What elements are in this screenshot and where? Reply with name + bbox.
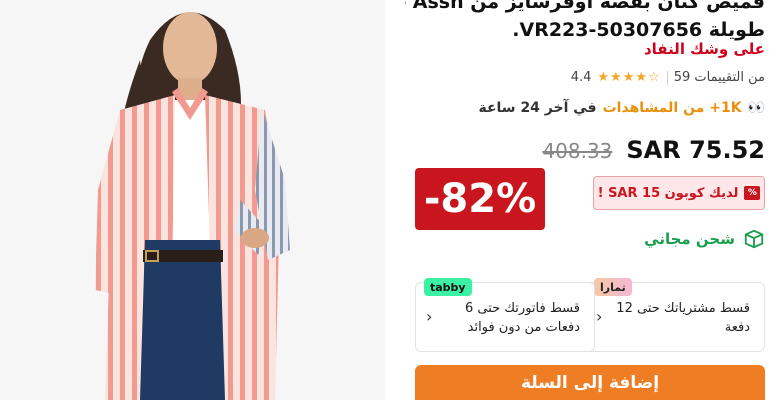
coupon-banner[interactable]: % لديك كوبون SAR 15 ! — [593, 176, 765, 210]
divider — [666, 70, 668, 85]
rating-row[interactable]: 4.4 ★★★★☆ 59 من التقييمات — [571, 70, 765, 85]
tamara-installment-card[interactable]: تمارا قسط مشترياتك حتى 12 دفعة ‹ — [585, 278, 765, 352]
coupon-text: لديك كوبون SAR 15 ! — [597, 185, 739, 201]
stock-status: على وشك النفاد — [643, 40, 765, 58]
views-info: 👀 1K+ من المشاهدات في آخر 24 ساعة — [478, 100, 765, 116]
free-shipping: شحن مجاني — [644, 228, 765, 250]
discount-badge: -82% — [415, 168, 545, 230]
chevron-left-icon: ‹ — [426, 307, 433, 326]
product-photo — [0, 0, 385, 400]
box-icon — [744, 229, 764, 249]
tabby-logo: tabby — [424, 278, 472, 296]
price-row: 408.33 SAR 75.52 — [542, 136, 765, 164]
product-title-line1: قميص كتان بقصة أوفرسايز من Polo Assn طوي… — [405, 0, 765, 13]
tamara-text: قسط مشترياتك حتى 12 دفعة — [616, 301, 750, 335]
current-price: SAR 75.52 — [626, 136, 765, 164]
tabby-installment-card[interactable]: tabby قسط فاتورتك حتى 6 دفعات من دون فوا… — [415, 278, 595, 352]
shipping-text: شحن مجاني — [644, 230, 735, 248]
ratings-count[interactable]: 59 من التقييمات — [674, 70, 765, 85]
rating-value: 4.4 — [570, 70, 592, 85]
old-price: 408.33 — [542, 139, 613, 163]
coupon-icon: % — [744, 186, 761, 200]
product-title: قميص كتان بقصة أوفرسايز من Polo Assn طوي… — [405, 0, 765, 44]
add-to-cart-button[interactable]: إضافة إلى السلة — [415, 365, 765, 400]
chevron-left-icon: ‹ — [596, 307, 603, 326]
eyes-icon: 👀 — [747, 100, 765, 116]
star-rating-icon: ★★★★☆ — [597, 70, 661, 85]
product-image[interactable] — [0, 0, 385, 400]
product-info: قميص كتان بقصة أوفرسايز من Polo Assn طوي… — [400, 0, 780, 400]
views-suffix: في آخر 24 ساعة — [478, 100, 597, 116]
tamara-logo: تمارا — [594, 278, 632, 296]
views-count: 1K+ من المشاهدات — [602, 100, 742, 116]
tabby-text: قسط فاتورتك حتى 6 دفعات من دون فوائد — [465, 301, 580, 335]
